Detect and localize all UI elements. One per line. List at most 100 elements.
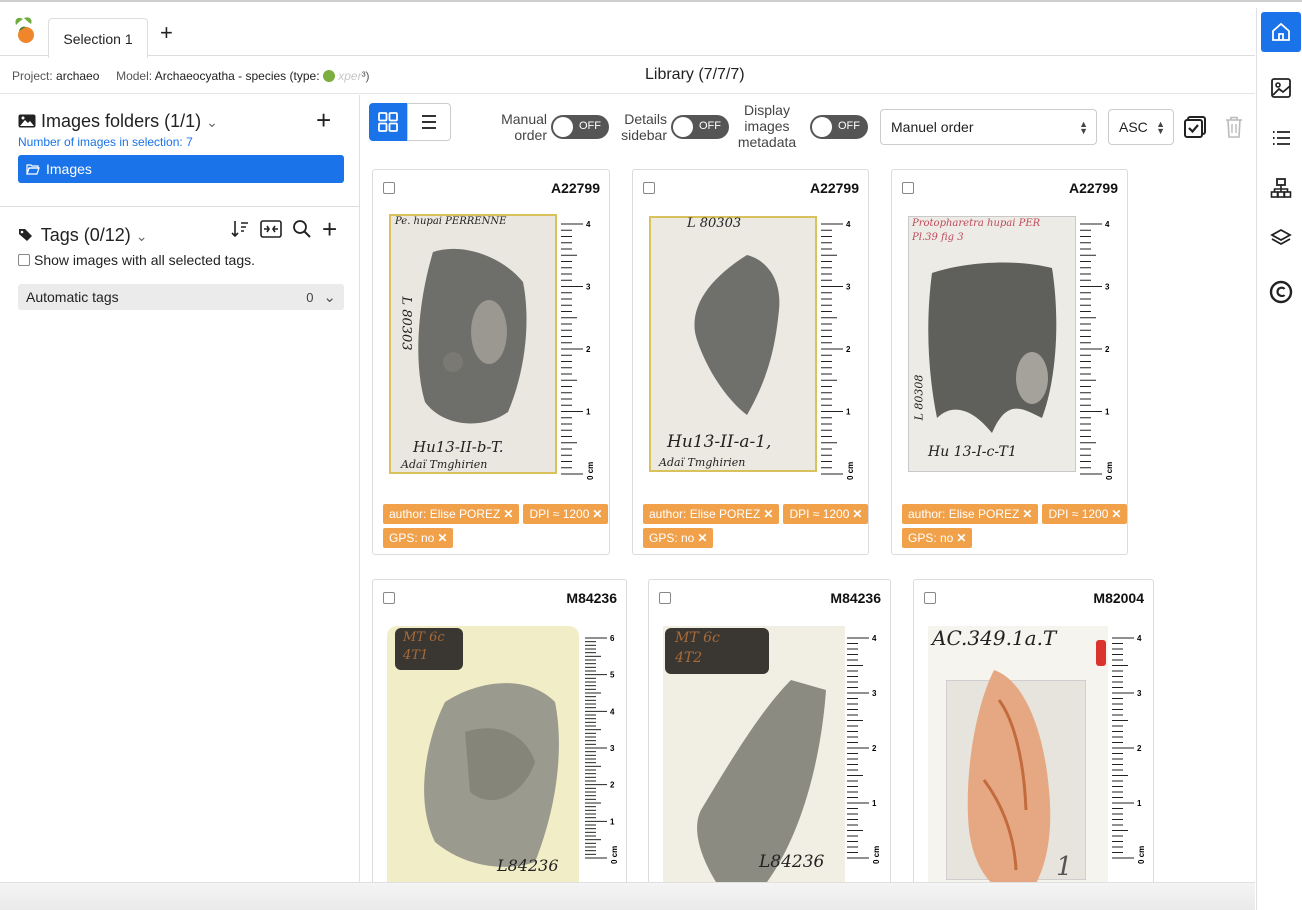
scale-tick-label: 2	[846, 345, 851, 354]
show-all-tags-label: Show images with all selected tags.	[34, 252, 255, 268]
tag-chip[interactable]: GPS: no ✕	[643, 528, 714, 548]
collapse-icon[interactable]	[260, 219, 282, 239]
scale-unit-label: 0 cm	[872, 846, 881, 864]
list-button[interactable]	[1261, 118, 1301, 158]
specimen-label-box: MT 6c 4T1	[395, 628, 463, 670]
tag-chip-label: DPI ≈ 1200	[529, 507, 590, 521]
card-checkbox[interactable]	[643, 182, 655, 194]
add-tag-button[interactable]: +	[322, 216, 337, 242]
grid-icon	[378, 112, 398, 132]
tag-chip[interactable]: author: Elise POREZ ✕	[643, 504, 780, 524]
tab-bar: Selection 1 +	[0, 8, 1255, 58]
tag-chip[interactable]: author: Elise POREZ ✕	[902, 504, 1039, 524]
add-folder-button[interactable]: +	[316, 107, 331, 133]
tag-chip-label: GPS: no	[908, 531, 954, 545]
handwritten-label: 1	[1056, 852, 1073, 882]
card-id: M84236	[830, 590, 881, 606]
show-all-tags-checkbox[interactable]	[18, 254, 30, 266]
show-all-tags-option[interactable]: Show images with all selected tags.	[18, 252, 255, 268]
model-end: ³)	[361, 69, 370, 83]
tag-chip[interactable]: DPI ≈ 1200 ✕	[523, 504, 609, 524]
hierarchy-button[interactable]	[1261, 168, 1301, 208]
list-view-button[interactable]	[407, 103, 451, 141]
image-card[interactable]: A22799 L 80303 Hu13-II-a-1, Adaï Tmghiri…	[632, 169, 869, 555]
image-card[interactable]: A22799 Pe. hupai PERRENNE Hu13-II-b-T. A…	[372, 169, 610, 555]
card-checkbox[interactable]	[383, 592, 395, 604]
direction-select[interactable]: ASC ▲ ▼	[1108, 109, 1174, 145]
close-icon[interactable]: ✕	[956, 531, 966, 545]
tag-chips: author: Elise POREZ ✕ DPI ≈ 1200 ✕ GPS: no…	[383, 504, 613, 548]
trash-icon[interactable]	[1223, 115, 1245, 139]
image-thumbnail[interactable]: MT 6c 4T1 L84236 1 2 3 4 5 6 0 cm	[385, 620, 617, 882]
image-thumbnail[interactable]: MT 6c 4T2 L84236 1 2 3 4 0 cm	[661, 620, 883, 882]
image-card[interactable]: M84236 MT 6c 4T2 L84236 1 2 3 4 0 cm	[648, 579, 891, 882]
tab-selection-1[interactable]: Selection 1	[48, 18, 148, 58]
folder-item-images[interactable]: Images	[18, 155, 344, 183]
card-checkbox[interactable]	[383, 182, 395, 194]
close-icon[interactable]: ✕	[1022, 507, 1032, 521]
image-card[interactable]: M82004 AC.349.1a.T 1 1 2 3 4 0 cm	[913, 579, 1154, 882]
grid-view-button[interactable]	[369, 103, 407, 141]
handwritten-label: 4T2	[675, 650, 703, 666]
specimen-image	[694, 255, 780, 415]
manual-order-toggle[interactable]: OFF	[551, 115, 609, 139]
model-type: xper	[338, 69, 362, 83]
scale-tick-label: 1	[610, 817, 615, 826]
scale-tick-label: 2	[586, 345, 591, 354]
scale-ruler: 1 2 3 4 0 cm	[821, 206, 857, 491]
close-icon[interactable]: ✕	[503, 507, 513, 521]
tag-chip[interactable]: GPS: no ✕	[383, 528, 454, 548]
tag-chip[interactable]: author: Elise POREZ ✕	[383, 504, 520, 524]
scale-ruler-svg: 1 2 3 4 5 6 0 cm	[585, 634, 617, 864]
toggle-knob	[553, 117, 573, 137]
card-checkbox[interactable]	[902, 182, 914, 194]
tag-chip[interactable]: GPS: no ✕	[902, 528, 973, 548]
image-thumbnail[interactable]: L 80303 Hu13-II-a-1, Adaï Tmghirien 1 2 3 4…	[647, 206, 859, 498]
copyright-button[interactable]	[1261, 272, 1301, 312]
close-icon[interactable]: ✕	[763, 507, 773, 521]
project-model-info: Project: archaeo Model: Archaeocyatha - …	[12, 69, 370, 83]
automatic-tags-group[interactable]: Automatic tags 0 ⌄	[18, 284, 344, 310]
tag-chips: author: Elise POREZ ✕ DPI ≈ 1200 ✕ GPS: no…	[643, 504, 873, 548]
close-icon[interactable]: ✕	[592, 507, 602, 521]
handwritten-label: Hu 13-I-c-T1	[928, 444, 1017, 460]
specimen-label-box: MT 6c 4T2	[665, 628, 769, 674]
details-sidebar-toggle[interactable]: OFF	[671, 115, 729, 139]
folders-header[interactable]: Images folders (1/1) ⌄	[18, 111, 218, 132]
search-icon[interactable]	[292, 219, 312, 239]
handwritten-label: Protopharetra hupai PER	[912, 218, 1041, 229]
select-all-icon[interactable]	[1183, 115, 1207, 139]
order-select[interactable]: Manuel order ▲ ▼	[880, 109, 1097, 145]
tags-header[interactable]: Tags (0/12) ⌄	[18, 225, 147, 246]
close-icon[interactable]: ✕	[852, 507, 862, 521]
automatic-tags-count: 0	[306, 290, 314, 305]
images-button[interactable]	[1261, 68, 1301, 108]
toggle-state: OFF	[579, 120, 601, 132]
image-thumbnail[interactable]: Protopharetra hupai PER Pl.39 fig 3 Hu 1…	[906, 206, 1118, 498]
display-metadata-toggle[interactable]: OFF	[810, 115, 868, 139]
tag-chip[interactable]: DPI ≈ 1200 ✕	[1042, 504, 1128, 524]
layers-button[interactable]	[1261, 218, 1301, 258]
right-rail	[1256, 8, 1302, 910]
scale-ruler: 1 2 3 4 5 6 0 cm	[585, 620, 617, 875]
close-icon[interactable]: ✕	[437, 531, 447, 545]
scale-tick-label: 2	[872, 744, 877, 753]
scale-tick-label: 3	[846, 283, 851, 292]
image-thumbnail[interactable]: AC.349.1a.T 1 1 2 3 4 0 cm	[926, 620, 1146, 882]
handwritten-label: Pl.39 fig 3	[912, 232, 964, 243]
add-tab-button[interactable]: +	[160, 22, 173, 44]
red-mark	[1096, 640, 1106, 666]
image-card[interactable]: A22799 Protopharetra hupai PER Pl.39 fig…	[891, 169, 1128, 555]
close-icon[interactable]: ✕	[1111, 507, 1121, 521]
image-card[interactable]: M84236 MT 6c 4T1 L84236 1 2 3 4 5 6 0 cm	[372, 579, 627, 882]
image-thumbnail[interactable]: Pe. hupai PERRENNE Hu13-II-b-T. Adaï Tmg…	[387, 206, 599, 498]
card-checkbox[interactable]	[924, 592, 936, 604]
scale-tick-label: 2	[610, 781, 615, 790]
close-icon[interactable]: ✕	[697, 531, 707, 545]
home-button[interactable]	[1261, 12, 1301, 52]
handwritten-label: L84236	[759, 852, 825, 872]
tag-chip[interactable]: DPI ≈ 1200 ✕	[783, 504, 869, 524]
sort-icon[interactable]	[230, 219, 250, 239]
folder-item-label: Images	[46, 161, 92, 177]
card-checkbox[interactable]	[659, 592, 671, 604]
